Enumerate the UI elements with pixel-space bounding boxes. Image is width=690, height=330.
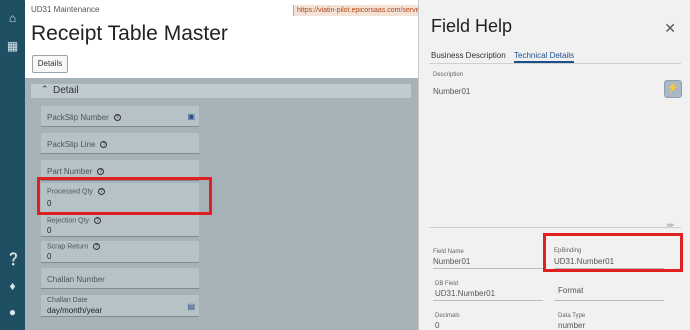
field-label: Challan Date [47, 297, 88, 304]
help-icon[interactable]: ? [94, 217, 102, 224]
packslip-line-field[interactable]: PackSlip Line? [41, 133, 199, 154]
search-document-icon[interactable]: ▣ [187, 112, 195, 121]
field-value: day/month/year [47, 306, 103, 315]
highlight-box-epbinding [543, 233, 683, 272]
home-icon[interactable]: ⌂ [6, 12, 19, 25]
challan-number-field[interactable]: Challan Number [41, 268, 199, 289]
field-label: Rejection Qty [47, 217, 90, 225]
close-icon[interactable]: ✕ [664, 20, 676, 37]
help-icon[interactable]: ? [113, 114, 121, 122]
help-icon[interactable]: ? [93, 243, 101, 250]
app-main: UD31 Maintenance https://viatin-pilot.ep… [25, 0, 418, 330]
app-breadcrumb: UD31 Maintenance [31, 5, 100, 14]
decimals-value: 0 [435, 321, 440, 330]
decimals-label: Decimals [435, 313, 460, 319]
field-value: 0 [47, 252, 52, 261]
packslip-number-field[interactable]: PackSlip Number? ▣ [41, 106, 199, 127]
help-icon[interactable]: ❔ [6, 253, 21, 266]
resize-handle-icon[interactable]: ⋙ [666, 222, 675, 229]
apps-grid-icon[interactable]: ▦ [6, 40, 19, 53]
field-name-value: Number01 [433, 257, 471, 266]
field-value: 0 [47, 226, 52, 235]
description-label: Description [433, 72, 464, 78]
app-header: UD31 Maintenance https://viatin-pilot.ep… [25, 0, 418, 78]
field-help-panel: Field Help ✕ Business Description Techni… [418, 0, 690, 330]
field-name-label: Field Name [433, 249, 464, 255]
tab-technical-details[interactable]: Technical Details [514, 51, 575, 63]
left-nav-rail: ⌂ ▦ ❔ ♦ ● [0, 0, 25, 330]
field-label: PackSlip Line [47, 140, 96, 149]
detail-section-header[interactable]: ⌃ Detail [31, 84, 411, 98]
lightning-icon[interactable]: ⚡ [664, 80, 682, 98]
db-field-value: UD31.Number01 [435, 289, 496, 298]
help-icon[interactable]: ? [97, 168, 105, 176]
challan-date-field[interactable]: Challan Date day/month/year ▤ [41, 295, 199, 317]
db-field-label: DB Field [435, 281, 459, 287]
detail-section-label: Detail [53, 85, 79, 96]
field-label: Part Number [47, 167, 93, 176]
help-icon[interactable]: ? [100, 141, 108, 149]
field-label: Scrap Return [47, 243, 89, 251]
rejection-qty-field[interactable]: Rejection Qty? 0 [41, 215, 199, 237]
user-icon[interactable]: ● [6, 306, 19, 319]
field-label: Challan Number [47, 275, 105, 284]
notifications-icon[interactable]: ♦ [6, 280, 19, 293]
details-button[interactable]: Details [32, 55, 68, 73]
scrap-return-field[interactable]: Scrap Return? 0 [41, 241, 199, 263]
page-title: Receipt Table Master [31, 22, 228, 45]
tab-business-description[interactable]: Business Description [431, 51, 506, 60]
calendar-icon[interactable]: ▤ [187, 302, 195, 311]
data-type-value: number [558, 321, 586, 330]
format-label: Format [558, 286, 584, 295]
tab-divider [429, 63, 681, 64]
chevron-up-icon: ⌃ [41, 84, 49, 94]
panel-title: Field Help [431, 16, 513, 36]
highlight-box-processed-qty [37, 177, 212, 215]
data-type-label: Data Type [558, 313, 586, 319]
url-tooltip: https://viatin-pilot.epicorsaas.com/serv… [293, 5, 418, 16]
field-label: PackSlip Number [47, 113, 109, 122]
description-value: Number01 [433, 87, 471, 96]
